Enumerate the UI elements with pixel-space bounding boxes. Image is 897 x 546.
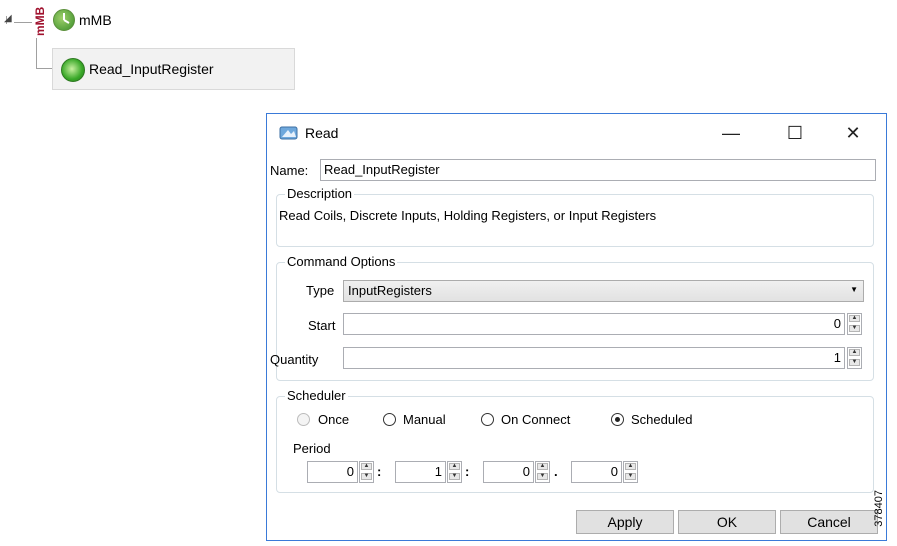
manual-label[interactable]: Manual — [403, 412, 446, 427]
up-arrow-icon[interactable]: ▲ — [625, 463, 636, 470]
type-select-value: InputRegisters — [348, 283, 432, 298]
up-arrow-icon[interactable]: ▲ — [361, 463, 372, 470]
close-button[interactable]: ✕ — [830, 118, 876, 148]
dialog-titlebar[interactable]: Read — ☐ ✕ — [267, 114, 886, 152]
tree-root-label[interactable]: mMB — [79, 12, 112, 28]
period-field-4[interactable]: 0 — [571, 461, 622, 483]
read-dialog: Read — ☐ ✕ Name: Read_InputRegister Desc… — [266, 113, 887, 541]
read-node-icon — [61, 58, 85, 82]
up-arrow-icon[interactable]: ▲ — [537, 463, 548, 470]
apply-button[interactable]: Apply — [576, 510, 674, 534]
gauge-icon — [53, 9, 75, 31]
period-stepper-1[interactable]: ▲ ▼ — [359, 461, 374, 483]
down-arrow-icon[interactable]: ▼ — [537, 473, 548, 480]
tree-collapse-arrow-icon[interactable]: ◢ — [4, 14, 14, 24]
quantity-up-arrow-icon[interactable]: ▲ — [849, 349, 860, 356]
period-field-3[interactable]: 0 — [483, 461, 534, 483]
period-stepper-3[interactable]: ▲ ▼ — [535, 461, 550, 483]
mmb-badge: mMB — [33, 6, 47, 36]
period-separator: . — [554, 464, 558, 479]
up-arrow-icon[interactable]: ▲ — [449, 463, 460, 470]
start-input[interactable]: 0 — [343, 313, 845, 335]
scheduled-label[interactable]: Scheduled — [631, 412, 692, 427]
tree-connector — [14, 22, 32, 23]
period-field-1[interactable]: 0 — [307, 461, 358, 483]
period-stepper-4[interactable]: ▲ ▼ — [623, 461, 638, 483]
minimize-button[interactable]: — — [708, 118, 754, 148]
description-text: Read Coils, Discrete Inputs, Holding Reg… — [279, 208, 657, 223]
tree-connector — [36, 38, 37, 69]
start-up-arrow-icon[interactable]: ▲ — [849, 315, 860, 322]
period-stepper-2[interactable]: ▲ ▼ — [447, 461, 462, 483]
once-label: Once — [318, 412, 350, 427]
down-arrow-icon[interactable]: ▼ — [449, 473, 460, 480]
on-connect-radio[interactable] — [481, 413, 494, 426]
period-label: Period — [293, 441, 331, 456]
name-label: Name: — [270, 163, 309, 178]
period-field-2[interactable]: 1 — [395, 461, 446, 483]
name-input[interactable]: Read_InputRegister — [320, 159, 876, 181]
type-label: Type — [306, 283, 335, 298]
quantity-input[interactable]: 1 — [343, 347, 845, 369]
description-legend: Description — [285, 186, 355, 201]
start-stepper[interactable]: ▲ ▼ — [847, 313, 862, 335]
quantity-label: Quantity — [270, 352, 319, 367]
figure-id: 378407 — [873, 490, 885, 527]
period-separator: : — [377, 464, 382, 479]
command-options-legend: Command Options — [285, 254, 398, 269]
quantity-stepper[interactable]: ▲ ▼ — [847, 347, 862, 369]
manual-radio[interactable] — [383, 413, 396, 426]
down-arrow-icon[interactable]: ▼ — [625, 473, 636, 480]
tree-child-label[interactable]: Read_InputRegister — [89, 61, 214, 77]
type-select[interactable]: InputRegisters ▼ — [343, 280, 864, 302]
period-separator: : — [465, 464, 470, 479]
down-arrow-icon[interactable]: ▼ — [361, 473, 372, 480]
dialog-app-icon — [279, 126, 298, 140]
radio-selected-dot — [615, 417, 620, 422]
scheduler-legend: Scheduler — [285, 388, 348, 403]
once-radio — [297, 413, 310, 426]
tree-connector — [36, 68, 52, 69]
ok-button[interactable]: OK — [678, 510, 776, 534]
on-connect-label[interactable]: On Connect — [501, 412, 570, 427]
start-label: Start — [308, 318, 336, 333]
quantity-down-arrow-icon[interactable]: ▼ — [849, 359, 860, 366]
cancel-button[interactable]: Cancel — [780, 510, 878, 534]
chevron-down-icon: ▼ — [850, 285, 858, 294]
maximize-button[interactable]: ☐ — [772, 118, 818, 148]
start-down-arrow-icon[interactable]: ▼ — [849, 325, 860, 332]
dialog-title: Read — [305, 125, 339, 141]
scheduled-radio[interactable] — [611, 413, 624, 426]
